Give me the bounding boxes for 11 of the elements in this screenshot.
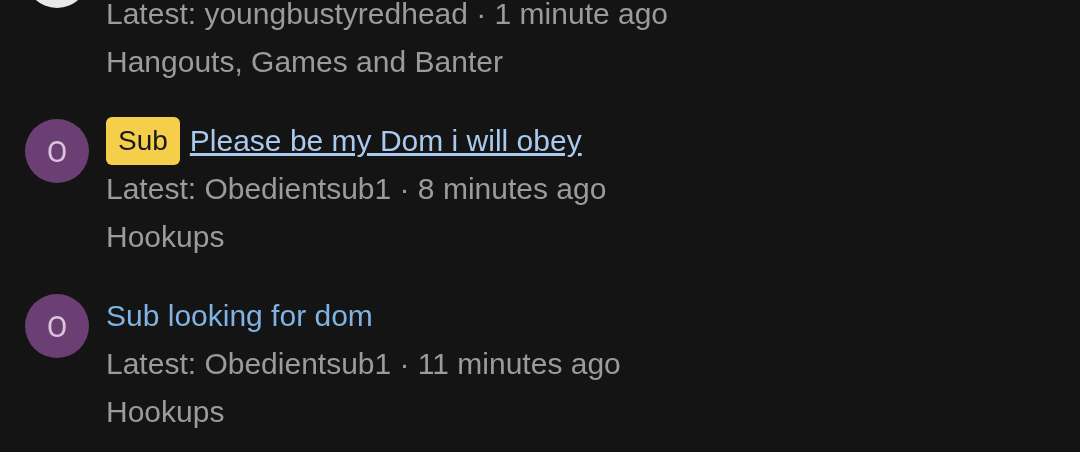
forum-name: Hookups (106, 394, 226, 430)
forum-name: Hookups (106, 219, 226, 255)
thread-title-link[interactable]: Please be my Dom i will obey (189, 117, 582, 165)
latest-activity: Latest: youngbustyredhead · 1 minute ago (106, 0, 669, 32)
thread-title-link[interactable]: Sub looking for dom (106, 292, 373, 340)
latest-activity: Latest: Obedientsub1 · 11 minutes ago (106, 346, 621, 382)
avatar[interactable]: O (25, 294, 89, 358)
forum-name: Hangouts, Games and Banter (106, 44, 504, 80)
avatar[interactable]: O (25, 119, 89, 183)
prefix-badge: Sub (106, 117, 180, 165)
latest-activity: Latest: Obedientsub1 · 8 minutes ago (106, 171, 607, 207)
